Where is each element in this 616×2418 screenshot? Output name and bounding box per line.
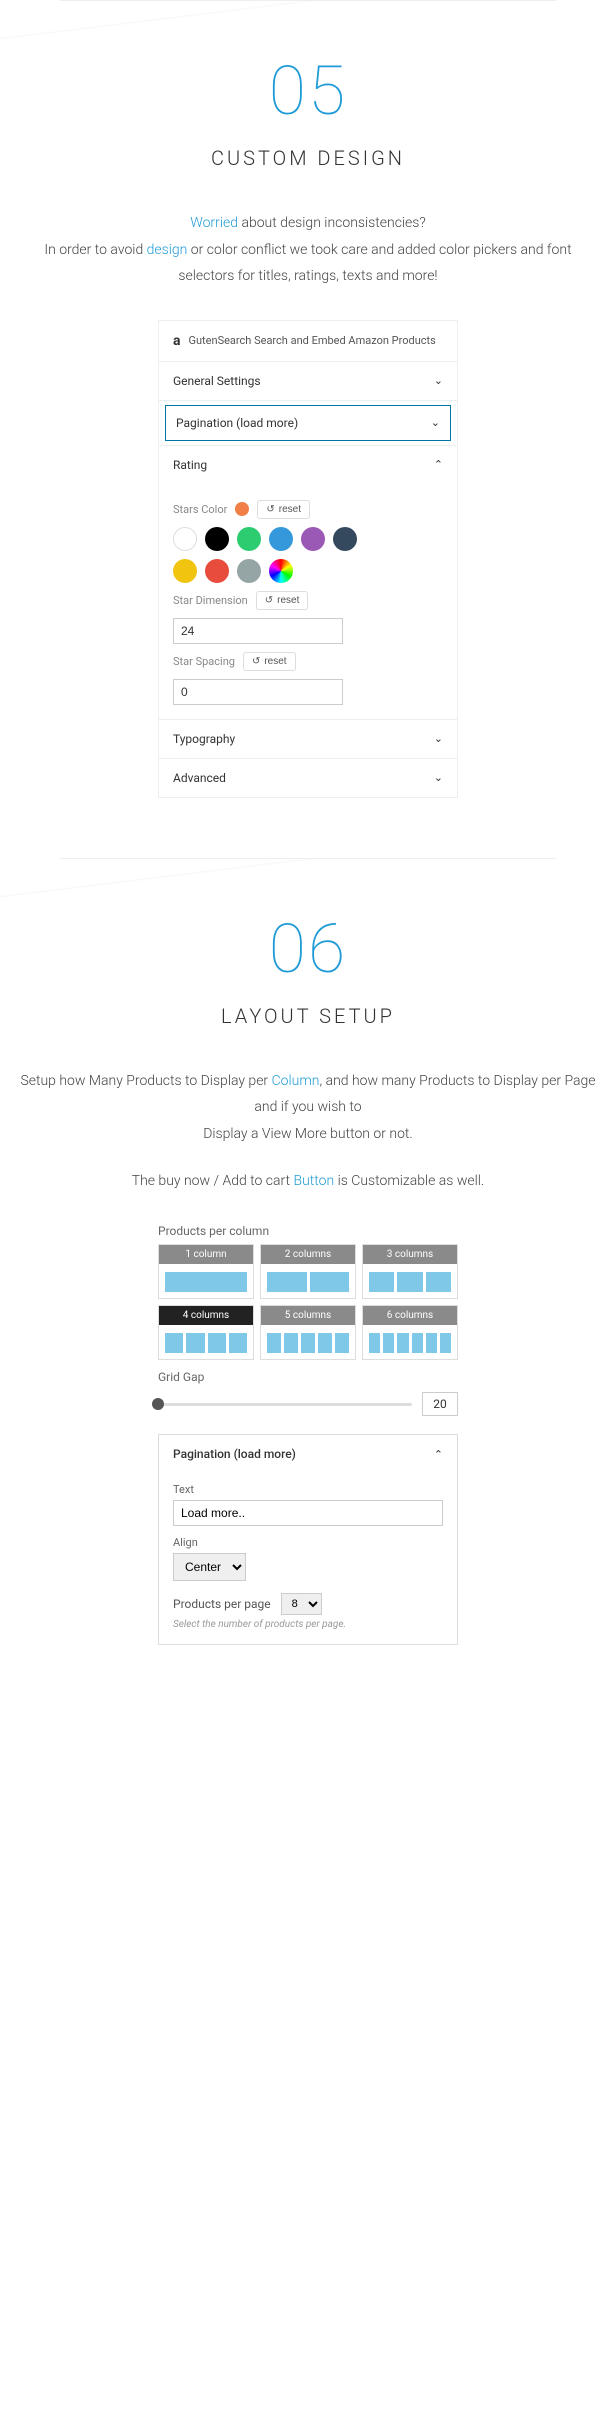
color-swatch-custom[interactable]: [269, 559, 293, 583]
general-settings-row[interactable]: General Settings ⌄: [159, 362, 457, 400]
intro-line-2: In order to avoid design or color confli…: [20, 237, 596, 290]
accordion-rating: Rating ⌃ Stars Color ↺reset: [159, 446, 457, 720]
color-swatch-green[interactable]: [237, 527, 261, 551]
col-option-1[interactable]: 1 column: [158, 1244, 254, 1299]
reset-icon: ↺: [252, 656, 260, 667]
chevron-down-icon: ⌄: [434, 732, 443, 745]
settings-panel: a GutenSearch Search and Embed Amazon Pr…: [158, 320, 458, 798]
layout-line-3: The buy now / Add to cart Button is Cust…: [20, 1168, 596, 1195]
reset-star-dimension-button[interactable]: ↺reset: [256, 591, 309, 610]
ppp-hint: Select the number of products per page.: [173, 1619, 443, 1630]
panel-title: GutenSearch Search and Embed Amazon Prod…: [189, 334, 436, 348]
amazon-logo-icon: a: [173, 333, 181, 349]
accordion-typography: Typography ⌄: [159, 720, 457, 759]
reset-icon: ↺: [266, 504, 274, 515]
slider-thumb[interactable]: [152, 1398, 164, 1410]
reset-star-spacing-button[interactable]: ↺reset: [243, 652, 296, 671]
products-per-page-select[interactable]: 8: [281, 1593, 322, 1615]
stars-color-label: Stars Color ↺reset: [173, 500, 443, 519]
section-number: 06: [20, 909, 596, 989]
col-option-6[interactable]: 6 columns: [362, 1305, 458, 1360]
reset-icon: ↺: [265, 595, 273, 606]
rating-row[interactable]: Rating ⌃: [159, 446, 457, 484]
grid-gap-slider[interactable]: 20: [158, 1392, 458, 1416]
load-more-text-input[interactable]: [173, 1500, 443, 1526]
rating-body: Stars Color ↺reset: [159, 484, 457, 719]
section-title: LAYOUT SETUP: [20, 1004, 596, 1028]
color-swatch-red[interactable]: [205, 559, 229, 583]
accordion-pagination: Pagination (load more) ⌄: [159, 405, 457, 446]
align-select[interactable]: Center: [173, 1553, 246, 1581]
color-swatches-row1: [173, 527, 443, 551]
layout-line-1: Setup how Many Products to Display per C…: [20, 1068, 596, 1121]
worried-link[interactable]: Worried: [190, 215, 238, 231]
design-link[interactable]: design: [147, 242, 188, 258]
color-swatch-black[interactable]: [205, 527, 229, 551]
color-swatch-blue[interactable]: [269, 527, 293, 551]
section-title: CUSTOM DESIGN: [20, 146, 596, 170]
advanced-row[interactable]: Advanced ⌄: [159, 759, 457, 797]
star-spacing-input[interactable]: [173, 679, 343, 705]
slider-track[interactable]: [158, 1403, 412, 1406]
color-swatch-grey[interactable]: [237, 559, 261, 583]
layout-panel: Products per column 1 column 2 columns 3…: [158, 1224, 458, 1645]
color-swatches-row2: [173, 559, 443, 583]
products-per-column-label: Products per column: [158, 1224, 458, 1238]
chevron-down-icon: ⌄: [434, 374, 443, 387]
products-per-page-field: Products per page 8: [173, 1593, 443, 1615]
panel-header: a GutenSearch Search and Embed Amazon Pr…: [159, 321, 457, 362]
intro-line-1: Worried about design inconsistencies?: [20, 210, 596, 237]
section-06: 06 LAYOUT SETUP Setup how Many Products …: [0, 859, 616, 1705]
star-dimension-label: Star Dimension ↺reset: [173, 591, 443, 610]
typography-row[interactable]: Typography ⌄: [159, 720, 457, 758]
section-05: 05 CUSTOM DESIGN Worried about design in…: [0, 1, 616, 858]
col-option-5[interactable]: 5 columns: [260, 1305, 356, 1360]
chevron-up-icon: ⌃: [434, 1448, 443, 1461]
chevron-up-icon: ⌃: [434, 458, 443, 471]
pagination-row[interactable]: Pagination (load more) ⌄: [165, 405, 451, 441]
text-field: Text: [173, 1483, 443, 1526]
grid-gap-label: Grid Gap: [158, 1370, 458, 1384]
chevron-down-icon: ⌄: [431, 416, 440, 429]
align-field: Align Center: [173, 1536, 443, 1581]
color-swatch-white[interactable]: [173, 527, 197, 551]
col-option-3[interactable]: 3 columns: [362, 1244, 458, 1299]
color-swatch-navy[interactable]: [333, 527, 357, 551]
layout-line-2: Display a View More button or not.: [20, 1121, 596, 1148]
section-number: 05: [20, 51, 596, 131]
col-option-4[interactable]: 4 columns: [158, 1305, 254, 1360]
current-color-swatch: [235, 502, 249, 516]
color-swatch-purple[interactable]: [301, 527, 325, 551]
col-option-2[interactable]: 2 columns: [260, 1244, 356, 1299]
column-link[interactable]: Column: [272, 1073, 320, 1089]
column-options: 1 column 2 columns 3 columns 4 columns 5…: [158, 1244, 458, 1360]
pagination-header[interactable]: Pagination (load more) ⌃: [159, 1435, 457, 1473]
star-dimension-input[interactable]: [173, 618, 343, 644]
button-link[interactable]: Button: [294, 1173, 335, 1189]
color-swatch-yellow[interactable]: [173, 559, 197, 583]
grid-gap-value: 20: [422, 1392, 458, 1416]
reset-stars-color-button[interactable]: ↺reset: [257, 500, 310, 519]
chevron-down-icon: ⌄: [434, 771, 443, 784]
accordion-advanced: Advanced ⌄: [159, 759, 457, 797]
star-spacing-label: Star Spacing ↺reset: [173, 652, 443, 671]
pagination-accordion: Pagination (load more) ⌃ Text Align Cent…: [158, 1434, 458, 1645]
accordion-general: General Settings ⌄: [159, 362, 457, 401]
